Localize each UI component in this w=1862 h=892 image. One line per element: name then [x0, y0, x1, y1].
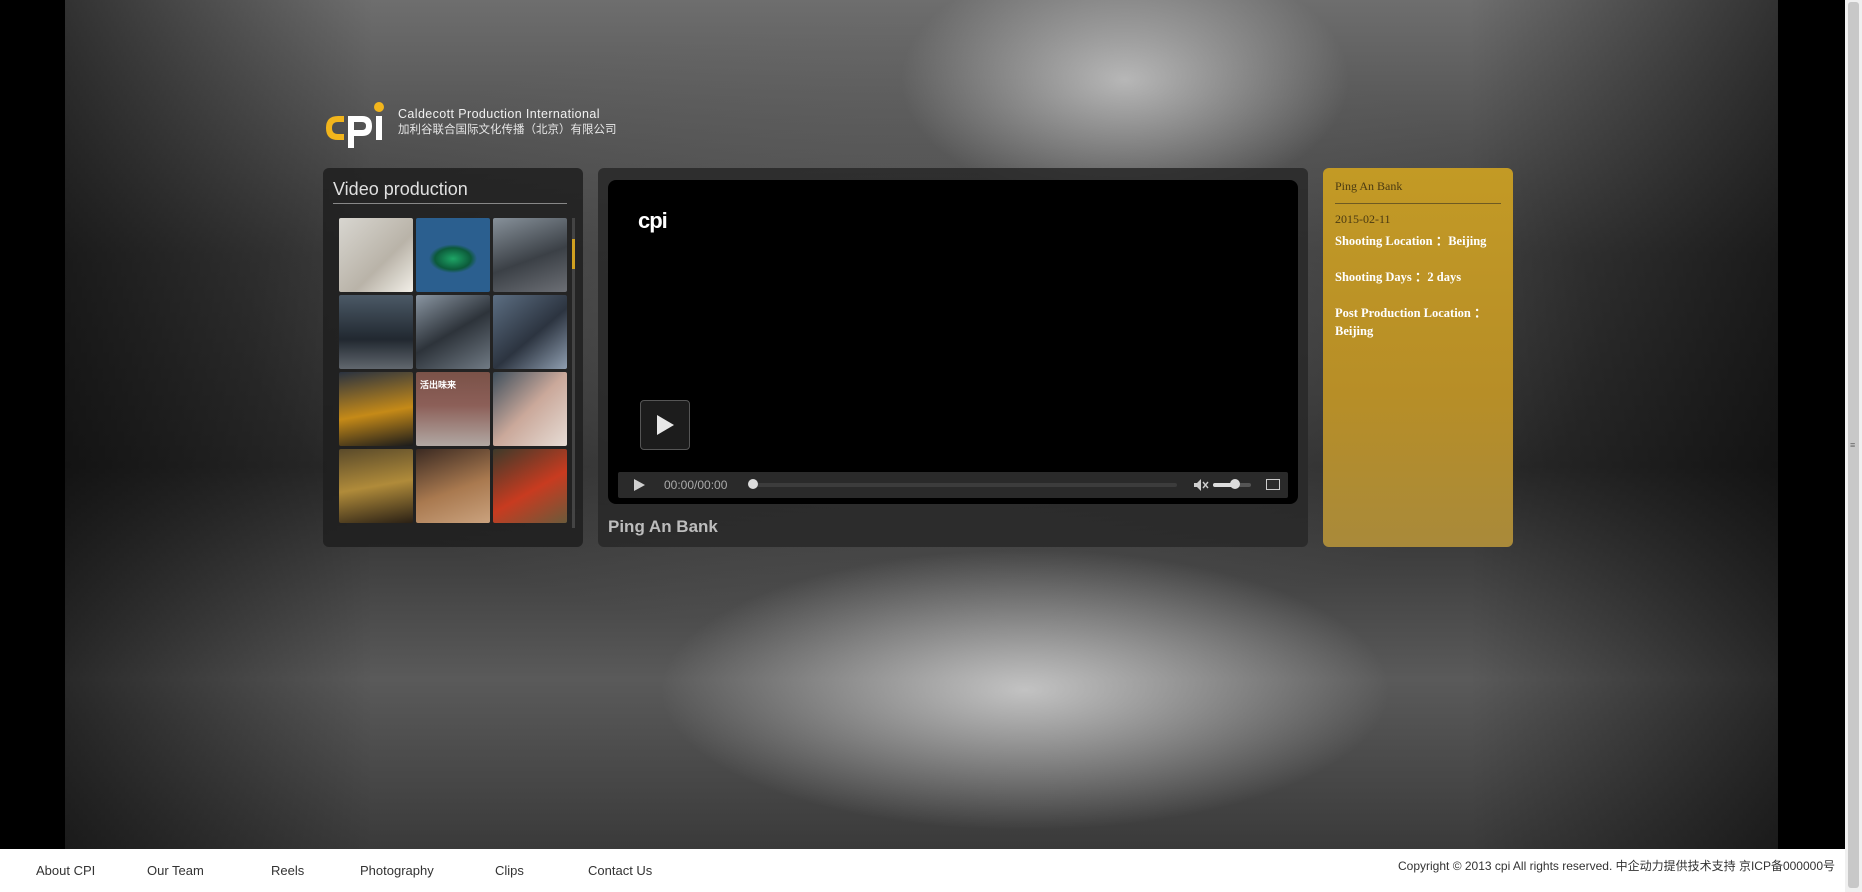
video-thumbnail[interactable]: 活出味来: [416, 372, 490, 446]
footer: About CPI Our Team Reels Photography Cli…: [0, 849, 1862, 892]
video-thumbnail[interactable]: [339, 372, 413, 446]
thumbnail-grid: 活出味来: [339, 218, 569, 528]
video-thumbnail[interactable]: [493, 218, 567, 292]
panel-title: Video production: [333, 179, 468, 199]
nav-contact-us[interactable]: Contact Us: [588, 863, 652, 878]
shooting-days: Shooting Days ：2 days: [1335, 270, 1462, 284]
video-thumbnail[interactable]: [339, 218, 413, 292]
time-readout: 00:00/00:00: [664, 478, 728, 492]
video-thumbnail[interactable]: [416, 449, 490, 523]
video-thumbnail[interactable]: [416, 218, 490, 292]
post-production-location: Post Production Location ：Beijing: [1335, 306, 1487, 338]
thumbnail-caption: 活出味来: [420, 380, 457, 390]
scrollbar-grip-icon: ≡: [1850, 440, 1856, 450]
site-logo[interactable]: Caldecott Production International 加利谷联合…: [322, 98, 622, 150]
logo-english-name: Caldecott Production International: [398, 107, 600, 121]
info-title: Ping An Bank: [1335, 179, 1403, 193]
info-divider: [1335, 203, 1501, 204]
logo-chinese-name: 加利谷联合国际文化传播（北京）有限公司: [398, 124, 617, 136]
nav-clips[interactable]: Clips: [495, 863, 524, 878]
video-list-panel: Video production 活出味来: [323, 168, 583, 547]
video-watermark: cpi: [638, 208, 668, 233]
video-thumbnail[interactable]: [493, 295, 567, 369]
nav-our-team[interactable]: Our Team: [147, 863, 204, 878]
video-info-panel: Ping An Bank 2015-02-11 Shooting Locatio…: [1323, 168, 1513, 547]
seek-handle[interactable]: [748, 479, 758, 489]
play-icon: [657, 415, 674, 435]
nav-photography[interactable]: Photography: [360, 863, 434, 878]
copyright-text: Copyright © 2013 cpi All rights reserved…: [1398, 859, 1835, 873]
title-divider: [333, 203, 567, 204]
big-play-button[interactable]: [640, 400, 690, 450]
video-thumbnail[interactable]: [493, 449, 567, 523]
video-player-panel: cpi 00:00/00:00 Ping An Bank: [598, 168, 1308, 547]
video-thumbnail[interactable]: [339, 295, 413, 369]
thumbnail-scrollbar-thumb[interactable]: [572, 239, 575, 269]
volume-handle[interactable]: [1230, 479, 1240, 489]
nav-about-cpi[interactable]: About CPI: [36, 863, 95, 878]
nav-reels[interactable]: Reels: [271, 863, 304, 878]
seek-bar[interactable]: [754, 483, 1177, 487]
info-date: 2015-02-11: [1335, 212, 1391, 226]
video-thumbnail[interactable]: [416, 295, 490, 369]
player-controls: 00:00/00:00: [618, 472, 1288, 498]
shooting-location: Shooting Location ：Beijing: [1335, 234, 1487, 248]
video-screen[interactable]: cpi 00:00/00:00: [608, 180, 1298, 504]
video-thumbnail[interactable]: [339, 449, 413, 523]
fullscreen-icon[interactable]: [1266, 479, 1280, 490]
volume-icon[interactable]: [1193, 478, 1209, 492]
video-title: Ping An Bank: [608, 517, 718, 536]
cpi-logo-mark: [326, 102, 384, 148]
play-control-icon[interactable]: [632, 478, 646, 492]
video-thumbnail[interactable]: [493, 372, 567, 446]
